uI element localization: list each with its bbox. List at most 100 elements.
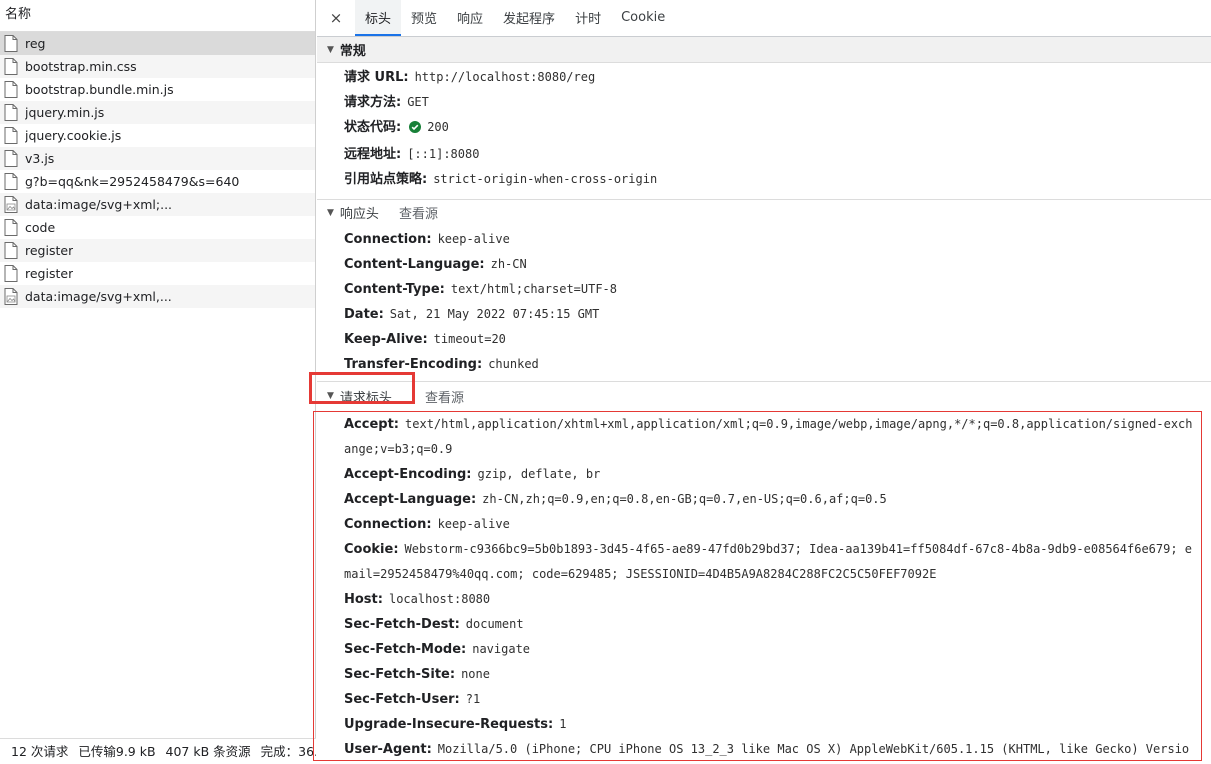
header-value: timeout=20 — [433, 332, 506, 346]
header-name: Content-Language: — [344, 257, 485, 272]
request-name: jquery.min.js — [25, 105, 105, 120]
request-view-source-link[interactable]: 查看源 — [425, 387, 464, 406]
header-name: Upgrade-Insecure-Requests: — [344, 717, 554, 732]
request-name: register — [25, 243, 74, 258]
triangle-down-icon: ▼ — [327, 391, 334, 401]
header-value: zh-CN,zh;q=0.9,en;q=0.8,en-GB;q=0.7,en-U… — [482, 492, 887, 506]
request-list-item[interactable]: data:image/svg+xml,... — [0, 285, 315, 308]
tab-1[interactable]: 预览 — [401, 0, 447, 36]
tab-5[interactable]: Cookie — [611, 0, 675, 36]
response-view-source-link[interactable]: 查看源 — [399, 203, 438, 222]
header-value: keep-alive — [437, 517, 510, 531]
close-icon[interactable]: × — [325, 0, 347, 36]
request-list-item[interactable]: data:image/svg+xml;... — [0, 193, 315, 216]
request-list-item[interactable]: reg — [0, 32, 315, 55]
status-ok-check-icon — [409, 118, 422, 142]
request-detail-panel: × 标头 预览 响应 发起程序 计时 Cookie ▼ 常规 请求 URL: http://… — [317, 0, 1211, 764]
header-row: Accept-Language: zh-CN,zh;q=0.9,en;q=0.8,… — [344, 487, 1197, 512]
header-name: Accept: — [344, 417, 400, 432]
request-name: bootstrap.min.css — [25, 59, 137, 74]
document-file-icon — [4, 127, 18, 144]
header-row: User-Agent: Mozilla/5.0 (iPhone; CPU iPho… — [344, 737, 1197, 764]
header-name: Connection: — [344, 517, 432, 532]
request-list-panel: 名称 reg bootstrap.min.css bootstrap.bundle.… — [0, 0, 316, 764]
document-file-icon — [4, 81, 18, 98]
header-name: 引用站点策略: — [344, 172, 428, 187]
request-count: 12 次请求 — [11, 744, 69, 759]
header-row: Keep-Alive: timeout=20 — [344, 327, 1211, 352]
request-headers-section-header[interactable]: ▼ 请求标头 查看源 — [317, 381, 1211, 410]
header-value: text/html,application/xhtml+xml,applicat… — [344, 417, 1193, 456]
header-name: Accept-Language: — [344, 492, 477, 507]
tab-2[interactable]: 响应 — [447, 0, 493, 36]
tab-0[interactable]: 标头 — [355, 0, 402, 36]
request-list-item[interactable]: code — [0, 216, 315, 239]
header-value: [::1]:8080 — [407, 147, 480, 161]
header-name: Transfer-Encoding: — [344, 357, 483, 372]
request-list-item[interactable]: jquery.cookie.js — [0, 124, 315, 147]
header-row: Sec-Fetch-Mode: navigate — [344, 637, 1197, 662]
document-file-icon — [4, 173, 18, 190]
header-value: none — [461, 667, 490, 681]
request-name: data:image/svg+xml;... — [25, 197, 173, 212]
header-value: document — [465, 617, 524, 631]
header-row: 远程地址: [::1]:8080 — [344, 142, 1211, 167]
request-header-rows: Accept: text/html,application/xhtml+xml,a… — [317, 410, 1211, 764]
request-name: g?b=qq&nk=2952458479&s=640 — [25, 174, 240, 189]
request-name: v3.js — [25, 151, 55, 166]
header-value: zh-CN — [490, 257, 527, 271]
detail-tabbar: × 标头 预览 响应 发起程序 计时 Cookie — [317, 0, 1211, 37]
header-row: Host: localhost:8080 — [344, 587, 1197, 612]
document-file-icon — [4, 35, 18, 52]
response-headers-section-header[interactable]: ▼ 响应头 查看源 — [317, 199, 1211, 225]
header-value: keep-alive — [437, 232, 510, 246]
header-value: text/html;charset=UTF-8 — [450, 282, 618, 296]
request-name: jquery.cookie.js — [25, 128, 122, 143]
request-list-item[interactable]: register — [0, 262, 315, 285]
header-row: Sec-Fetch-User: ?1 — [344, 687, 1197, 712]
header-value: navigate — [472, 642, 531, 656]
request-list-item[interactable]: register — [0, 239, 315, 262]
header-name: 远程地址: — [344, 147, 402, 162]
header-name: Connection: — [344, 232, 432, 247]
transferred-size: 已传输9.9 kB — [78, 744, 156, 759]
header-row: Connection: keep-alive — [344, 227, 1211, 252]
request-name: register — [25, 266, 74, 281]
header-name: Content-Type: — [344, 282, 445, 297]
header-row: Sec-Fetch-Dest: document — [344, 612, 1197, 637]
request-list-item[interactable]: bootstrap.min.css — [0, 55, 315, 78]
document-file-icon — [4, 242, 18, 259]
header-row: 请求 URL: http://localhost:8080/reg — [344, 65, 1211, 90]
tab-4[interactable]: 计时 — [565, 0, 611, 36]
header-row: Sec-Fetch-Site: none — [344, 662, 1197, 687]
header-name: Accept-Encoding: — [344, 467, 472, 482]
header-row: Upgrade-Insecure-Requests: 1 — [344, 712, 1197, 737]
general-rows: 请求 URL: http://localhost:8080/reg 请求方法: GET… — [317, 63, 1211, 195]
header-value: GET — [407, 95, 429, 109]
request-name: data:image/svg+xml,... — [25, 289, 172, 304]
header-name: Keep-Alive: — [344, 332, 428, 347]
request-list-item[interactable]: bootstrap.bundle.min.js — [0, 78, 315, 101]
request-list-item[interactable]: g?b=qq&nk=2952458479&s=640 — [0, 170, 315, 193]
header-name: Cookie: — [344, 542, 399, 557]
header-value: http://localhost:8080/reg — [414, 70, 596, 84]
header-row: Cookie: Webstorm-c9366bc9=5b0b1893-3d45-4… — [344, 537, 1197, 587]
tab-3[interactable]: 发起程序 — [493, 0, 565, 36]
image-file-icon — [4, 288, 18, 305]
header-row: 状态代码: 200 — [344, 115, 1211, 142]
response-header-rows: Connection: keep-alive Content-Language: zh… — [317, 225, 1211, 381]
status-bar: 12 次请求 已传输9.9 kB 407 kB 条资源 完成：36.2s — [0, 738, 316, 764]
header-name: Host: — [344, 592, 383, 607]
general-section-header[interactable]: ▼ 常规 — [317, 37, 1211, 63]
triangle-down-icon: ▼ — [327, 207, 334, 218]
request-name: code — [25, 220, 56, 235]
request-list-item[interactable]: v3.js — [0, 147, 315, 170]
resource-size: 407 kB 条资源 — [165, 744, 251, 759]
header-name: Sec-Fetch-User: — [344, 692, 460, 707]
header-value: localhost:8080 — [388, 592, 491, 606]
header-row: Accept: text/html,application/xhtml+xml,a… — [344, 412, 1197, 462]
header-value: gzip, deflate, br — [477, 467, 601, 481]
request-list-item[interactable]: jquery.min.js — [0, 101, 315, 124]
name-column-header[interactable]: 名称 — [0, 0, 315, 32]
header-value: chunked — [488, 357, 539, 371]
